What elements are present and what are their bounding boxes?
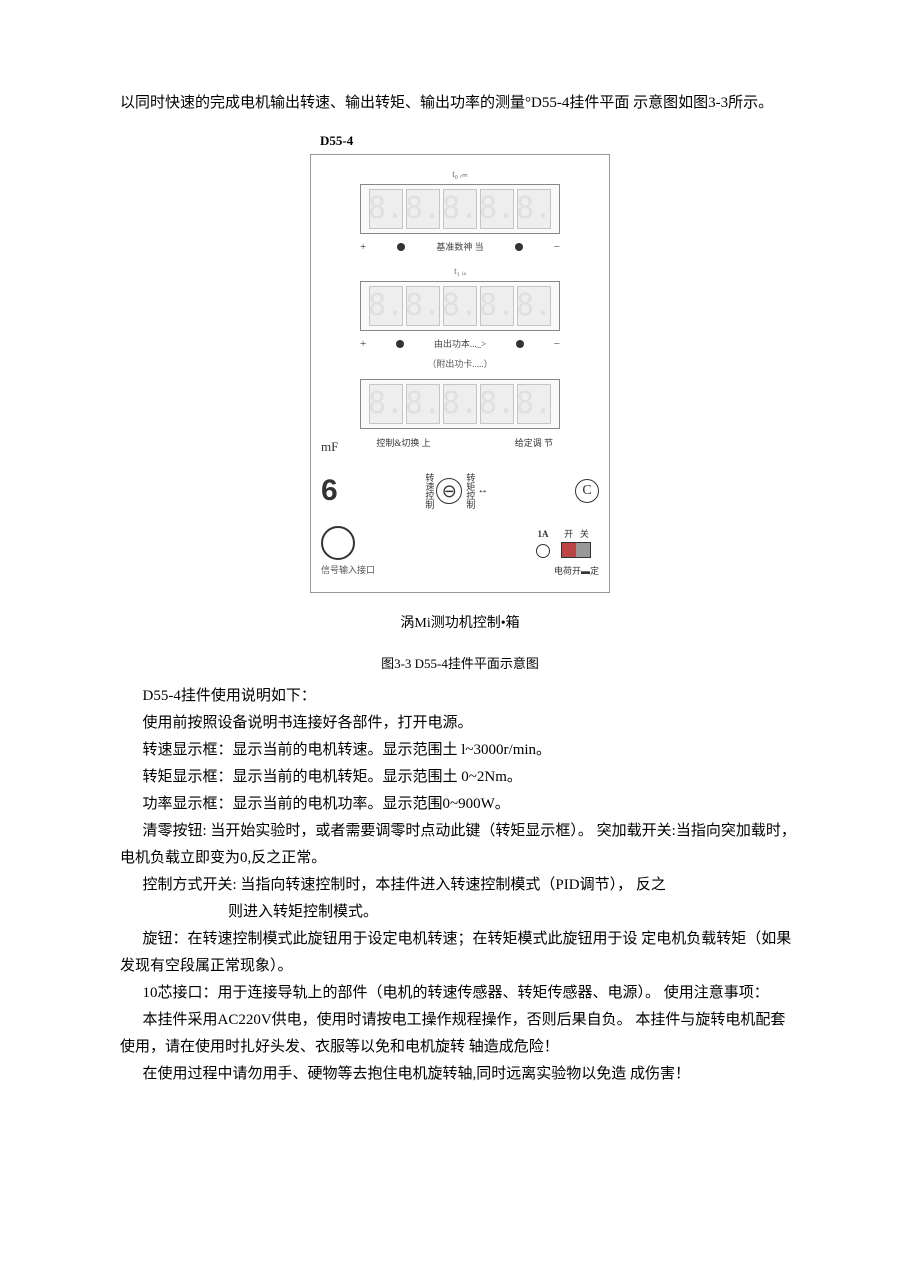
- switch-off-label: 关: [580, 529, 589, 539]
- line-6: 清零按钮: 当开始实验时，或者需要调零时点动此键（转矩显示框）。 突加载开关:当…: [120, 818, 800, 872]
- plus-label: +: [360, 335, 366, 355]
- line-7b: 则进入转矩控制模式。: [120, 899, 800, 926]
- double-arrow-icon: ↔: [477, 481, 488, 501]
- adjust-label: 给定调 节: [469, 435, 599, 451]
- device-panel: t₀ ᵣₘ + 基准数神 当 − t₁ ᵢₐ: [310, 154, 610, 592]
- figure-wrap: D55-4 t₀ ᵣₘ + 基准数神 当 − t₁: [120, 129, 800, 675]
- controls-row-3: 信号输入接口 1A 开 关 电荷开▬定: [321, 526, 599, 580]
- speed-pm-row: + 基准数神 当 −: [360, 238, 560, 258]
- seg-digit: [480, 189, 514, 229]
- plus-label: +: [360, 238, 366, 258]
- torque-pm-row: + 由出功本..._> −: [360, 335, 560, 355]
- line-7: 控制方式开关: 当指向转速控制时，本挂件进入转速控制模式（PID调节）， 反之: [120, 872, 800, 899]
- line-10: 本挂件采用AC220V供电，使用时请按电工操作规程操作，否则后果自负。 本挂件与…: [120, 1007, 800, 1061]
- line-2: 使用前按照设备说明书连接好各部件，打开电源。: [120, 710, 800, 737]
- adjust-knob[interactable]: [575, 479, 599, 503]
- torque-unit: t₁ ᵢₐ: [321, 263, 599, 279]
- controls-row-2: 6 转速控制 转矩控制 ↔: [321, 464, 599, 518]
- body-text: D55-4挂件使用说明如下： 使用前按照设备说明书连接好各部件，打开电源。 转速…: [120, 683, 800, 1088]
- line-9: 10芯接口：用于连接导轨上的部件（电机的转速传感器、转矩传感器、电源）。 使用注…: [120, 980, 800, 1007]
- fuse-icon: [536, 544, 550, 558]
- torque-pm-text: 由出功本..._>: [434, 336, 486, 352]
- plus-terminal[interactable]: [396, 340, 404, 348]
- speed-display-block: t₀ ᵣₘ + 基准数神 当 −: [321, 166, 599, 257]
- torque-display-block: t₁ ᵢₐ + 由出功本..._> − （附出功卡.....）: [321, 263, 599, 372]
- minus-label: −: [554, 335, 560, 355]
- mode-right-label: 转矩控制: [465, 473, 474, 509]
- signal-port-label: 信号输入接口: [321, 562, 375, 578]
- panel-model: D55-4: [320, 129, 800, 152]
- speed-pm-text: 基准数神 当: [436, 239, 483, 255]
- line-4: 转矩显示框：显示当前的电机转矩。显示范围土 0~2Nm。: [120, 764, 800, 791]
- seg-digit: [369, 384, 403, 424]
- seg-digit: [369, 286, 403, 326]
- seg-digit: [443, 384, 477, 424]
- seg-digit: [369, 189, 403, 229]
- line-8: 旋钮：在转速控制模式此旋钮用于设定电机转速；在转矩模式此旋钮用于设 定电机负载转…: [120, 926, 800, 980]
- speed-unit: t₀ ᵣₘ: [321, 166, 599, 182]
- current-label: 1A: [536, 526, 550, 542]
- seg-digit: [517, 384, 551, 424]
- mf-label: mF: [321, 435, 338, 458]
- mode-switch-group: 转速控制 转矩控制 ↔: [424, 473, 488, 509]
- plus-terminal[interactable]: [397, 243, 405, 251]
- switch-caption: 电荷开▬定: [554, 563, 599, 579]
- seg-digit: [480, 384, 514, 424]
- torque-display: [360, 281, 560, 331]
- minus-label: −: [554, 238, 560, 258]
- line-1: D55-4挂件使用说明如下：: [120, 683, 800, 710]
- power-display: [360, 379, 560, 429]
- minus-terminal[interactable]: [516, 340, 524, 348]
- panel-caption: 涡Mi测功机控制•箱: [120, 611, 800, 636]
- switch-on-label: 开: [564, 529, 573, 539]
- line-11: 在使用过程中请勿用手、硬物等去抱住电机旋转轴,同时远离实验物以免造 成伤害！: [120, 1061, 800, 1088]
- power-switch[interactable]: [561, 542, 591, 558]
- zero-button[interactable]: [321, 526, 355, 560]
- mode-left-label: 转速控制: [424, 473, 433, 509]
- minus-terminal[interactable]: [515, 243, 523, 251]
- line-3: 转速显示框：显示当前的电机转速。显示范围土 l~3000r/min。: [120, 737, 800, 764]
- seg-digit: [443, 286, 477, 326]
- power-display-block: [321, 379, 599, 429]
- seg-digit: [406, 384, 440, 424]
- ctrl-switch-label: 控制&切换 上: [338, 435, 468, 451]
- speed-display: [360, 184, 560, 234]
- line-5: 功率显示框：显示当前的电机功率。显示范围0~900W。: [120, 791, 800, 818]
- seg-digit: [406, 189, 440, 229]
- seg-digit: [406, 286, 440, 326]
- intro-text: 以同时快速的完成电机输出转速、输出转矩、输出功率的测量°D55-4挂件平面 示意…: [120, 90, 800, 117]
- seg-digit: [517, 189, 551, 229]
- seg-digit: [480, 286, 514, 326]
- controls-row-1: mF 控制&切换 上 给定调 节: [321, 435, 599, 458]
- mode-switch[interactable]: [436, 478, 462, 504]
- power-switch-group: 1A 开 关 电荷开▬定: [536, 526, 599, 580]
- figure-number: 图3-3 D55-4挂件平面示意图: [120, 652, 800, 675]
- seg-digit: [443, 189, 477, 229]
- power-sub-label: （附出功卡.....）: [321, 356, 599, 372]
- seg-digit: [517, 286, 551, 326]
- signal-port-group: 信号输入接口: [321, 526, 375, 578]
- big-six: 6: [321, 464, 338, 518]
